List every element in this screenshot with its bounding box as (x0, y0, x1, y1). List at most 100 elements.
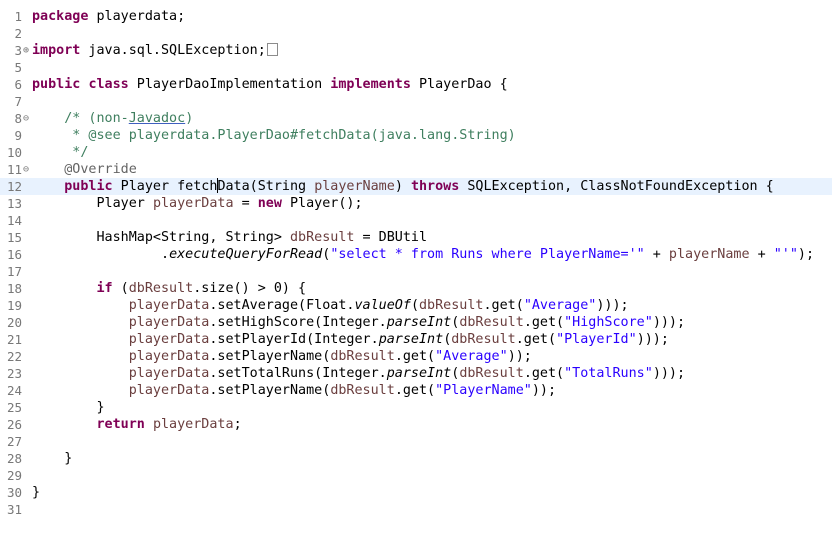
code-line[interactable]: 22 playerData.setPlayerName(dbResult.get… (0, 348, 832, 365)
code-token: + (644, 247, 669, 262)
code-token: ))); (636, 332, 669, 347)
code-line[interactable]: 16 .executeQueryForRead("select * from R… (0, 246, 832, 263)
code-line[interactable]: 13 Player playerData = new Player(); (0, 195, 832, 212)
line-code[interactable]: playerData.setHighScore(Integer.parseInt… (32, 314, 685, 331)
code-token: Player (32, 196, 153, 211)
code-token: playerData (152, 417, 234, 432)
code-token: parseInt (386, 315, 452, 330)
code-token: playerName (314, 179, 395, 194)
code-line[interactable]: 8 ⊖ /* (non-Javadoc) (0, 110, 832, 127)
line-code[interactable]: } (32, 399, 104, 416)
code-line[interactable]: 28 } (0, 450, 832, 467)
line-number: 9 (14, 128, 22, 143)
code-line[interactable]: 15 HashMap<String, String> dbResult = DB… (0, 229, 832, 246)
code-line[interactable]: 24 playerData.setPlayerName(dbResult.get… (0, 382, 832, 399)
code-token: dbResult (289, 230, 355, 245)
code-line[interactable]: 31 (0, 501, 832, 518)
line-code[interactable]: if (dbResult.size() > 0) { (32, 280, 307, 297)
code-line[interactable]: 6 public class PlayerDaoImplementation im… (0, 76, 832, 93)
code-lines[interactable]: 1 package playerdata; 2 3 ⊕ import java.sql.S… (0, 0, 832, 518)
line-number: 12 (6, 179, 22, 194)
code-token: .size() > 0) { (193, 281, 307, 296)
code-token: return (96, 417, 145, 432)
code-line[interactable]: 11 ⊖ @Override (0, 161, 832, 178)
code-token: playerData (128, 298, 210, 313)
code-token: playerData (128, 383, 210, 398)
code-line[interactable]: 14 (0, 212, 832, 229)
code-token: * @see playerdata.PlayerDao#fetchData(ja… (32, 128, 516, 143)
collapsed-imports-icon[interactable] (266, 43, 278, 56)
line-code[interactable]: } (32, 484, 40, 501)
line-code[interactable]: } (32, 450, 72, 467)
line-code[interactable]: playerData.setTotalRuns(Integer.parseInt… (32, 365, 685, 382)
code-line[interactable]: 1 package playerdata; (0, 8, 832, 25)
code-line[interactable]: 12 public Player fetchData(String player… (0, 178, 832, 195)
code-line[interactable]: 27 (0, 433, 832, 450)
code-token: playerData (128, 315, 210, 330)
line-number: 22 (6, 349, 22, 364)
code-token: "PlayerName" (435, 383, 532, 398)
line-code[interactable]: @Override (32, 161, 137, 178)
line-code[interactable]: */ (32, 144, 88, 161)
code-token: "TotalRuns" (564, 366, 653, 381)
code-token: ) (185, 111, 194, 126)
code-token: valueOf (354, 298, 411, 313)
code-editor[interactable]: 1 package playerdata; 2 3 ⊕ import java.sql.S… (0, 0, 832, 534)
line-number: 1 (14, 9, 22, 24)
line-code[interactable]: public Player fetchData(String playerNam… (32, 178, 774, 195)
code-line[interactable]: 20 playerData.setHighScore(Integer.parse… (0, 314, 832, 331)
code-token: public (32, 77, 81, 92)
code-token: .get( (523, 366, 565, 381)
line-number: 17 (6, 264, 22, 279)
code-token: .setPlayerName( (209, 383, 331, 398)
line-code[interactable]: playerData.setPlayerName(dbResult.get("P… (32, 382, 556, 399)
line-code[interactable]: public class PlayerDaoImplementation imp… (32, 76, 508, 93)
line-number: 16 (6, 247, 22, 262)
code-line[interactable]: 19 playerData.setAverage(Float.valueOf(d… (0, 297, 832, 314)
code-token: dbResult (128, 281, 194, 296)
line-code[interactable]: import java.sql.SQLException; (32, 42, 278, 59)
code-line[interactable]: 17 (0, 263, 832, 280)
line-code[interactable]: playerData.setPlayerId(Integer.parseInt(… (32, 331, 669, 348)
code-token: parseInt (386, 366, 452, 381)
code-line[interactable]: 9 * @see playerdata.PlayerDao#fetchData(… (0, 127, 832, 144)
code-line[interactable]: 25 } (0, 399, 832, 416)
code-line[interactable]: 5 (0, 59, 832, 76)
line-code[interactable]: .executeQueryForRead("select * from Runs… (32, 246, 814, 263)
line-code[interactable]: playerData.setAverage(Float.valueOf(dbRe… (32, 297, 629, 314)
fold-expand-icon[interactable]: ⊕ (21, 42, 31, 59)
code-line[interactable]: 21 playerData.setPlayerId(Integer.parseI… (0, 331, 832, 348)
code-line[interactable]: 18 if (dbResult.size() > 0) { (0, 280, 832, 297)
line-code[interactable]: return playerData; (32, 416, 242, 433)
code-line[interactable]: 3 ⊕ import java.sql.SQLException; (0, 42, 832, 59)
code-line[interactable]: 29 (0, 467, 832, 484)
code-line[interactable]: 23 playerData.setTotalRuns(Integer.parse… (0, 365, 832, 382)
line-code[interactable]: HashMap<String, String> dbResult = DBUti… (32, 229, 427, 246)
code-token: } (32, 451, 73, 466)
code-line[interactable]: 2 (0, 25, 832, 42)
line-code[interactable]: package playerdata; (32, 8, 185, 25)
code-token: = (233, 196, 258, 211)
code-token: if (96, 281, 113, 296)
code-token: .setPlayerId(Integer. (209, 332, 379, 347)
code-line[interactable]: 7 (0, 93, 832, 110)
line-number: 2 (14, 26, 22, 41)
code-token: import (32, 43, 81, 58)
code-token: "'" (773, 247, 798, 262)
fold-collapse-icon[interactable]: ⊖ (21, 110, 31, 127)
code-token: ; (233, 417, 242, 432)
line-code[interactable]: playerData.setPlayerName(dbResult.get("A… (32, 348, 532, 365)
line-code[interactable]: Player playerData = new Player(); (32, 195, 362, 212)
line-code[interactable]: * @see playerdata.PlayerDao#fetchData(ja… (32, 127, 516, 144)
code-line[interactable]: 10 */ (0, 144, 832, 161)
line-number: 20 (6, 315, 22, 330)
fold-collapse-icon[interactable]: ⊖ (21, 161, 31, 178)
code-token: playerData (128, 349, 210, 364)
code-line[interactable]: 30} (0, 484, 832, 501)
line-code[interactable]: /* (non-Javadoc) (32, 110, 193, 127)
code-line[interactable]: 26 return playerData; (0, 416, 832, 433)
